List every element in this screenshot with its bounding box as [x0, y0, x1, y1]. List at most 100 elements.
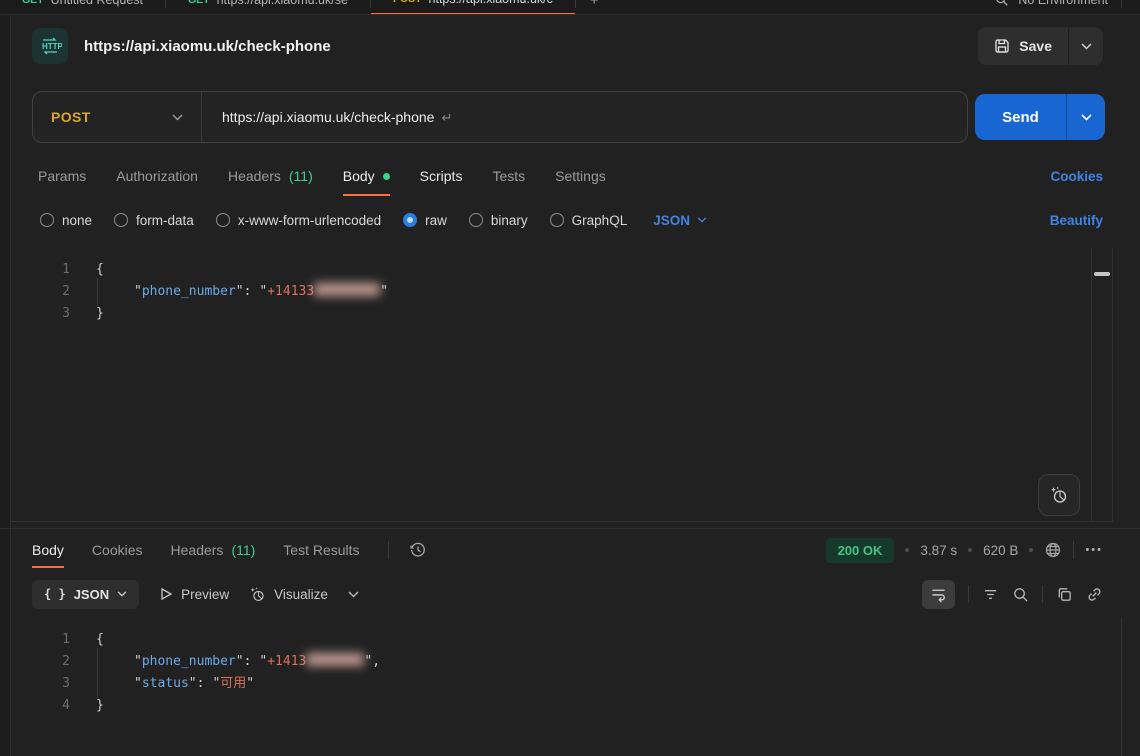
http-request-icon: HTTP	[32, 28, 68, 64]
headers-count: (11)	[289, 168, 313, 184]
brace-token: {	[96, 262, 104, 277]
redacted-phone-digits	[314, 283, 380, 296]
environment-selector[interactable]: No Environment	[1018, 0, 1108, 7]
wrap-text-icon	[930, 586, 947, 603]
new-tab-button[interactable]: +	[576, 0, 613, 9]
pane-divider[interactable]	[0, 528, 1140, 529]
tab-tests[interactable]: Tests	[492, 156, 525, 196]
line-number: 4	[10, 695, 70, 717]
response-tab-test-results[interactable]: Test Results	[283, 532, 359, 568]
raw-format-dropdown[interactable]: JSON	[653, 213, 707, 228]
cookies-link[interactable]: Cookies	[1050, 169, 1103, 184]
preview-button[interactable]: Preview	[159, 587, 229, 602]
save-split-button: Save	[978, 27, 1103, 65]
brace-token: {	[96, 632, 104, 647]
response-tab-body[interactable]: Body	[32, 532, 64, 568]
postbot-icon	[1049, 485, 1069, 505]
status-badge[interactable]: 200 OK	[826, 538, 895, 563]
tab-authorization[interactable]: Authorization	[116, 156, 198, 196]
radio-circle	[114, 213, 128, 227]
response-size[interactable]: 620 B	[983, 543, 1018, 558]
url-input[interactable]: https://api.xiaomu.uk/check-phone↵	[202, 109, 452, 126]
radio-label: x-www-form-urlencoded	[238, 213, 381, 228]
response-history-icon[interactable]	[409, 541, 427, 559]
postman-app-window: GET Untitled Request GET https://api.xia…	[0, 0, 1140, 756]
radio-form-data[interactable]: form-data	[114, 213, 194, 228]
send-button[interactable]: Send	[975, 94, 1066, 140]
editor-scrollbar-track[interactable]	[1091, 248, 1113, 521]
chevron-down-icon	[697, 217, 707, 223]
response-format-dropdown[interactable]: { } JSON	[32, 580, 139, 609]
topbar-divider	[1121, 0, 1122, 8]
save-options-button[interactable]	[1068, 27, 1103, 65]
search-icon[interactable]	[995, 0, 1009, 7]
response-header: Body Cookies Headers (11) Test Results 2…	[32, 532, 1103, 568]
visualize-label: Visualize	[274, 587, 328, 602]
network-globe-icon[interactable]	[1044, 541, 1062, 559]
link-icon	[1086, 586, 1103, 603]
tab-label: Untitled Request	[51, 0, 143, 7]
request-tab-get-url[interactable]: GET https://api.xiaomu.uk/se	[166, 0, 370, 14]
radio-binary[interactable]: binary	[469, 213, 528, 228]
url-value: https://api.xiaomu.uk/check-phone	[222, 109, 434, 125]
tab-label: https://api.xiaomu.uk/c	[429, 0, 553, 6]
body-content-dot	[383, 173, 390, 180]
preview-label: Preview	[181, 587, 229, 602]
radio-raw[interactable]: raw	[403, 213, 447, 228]
editor-scrollbar-thumb[interactable]	[1094, 272, 1110, 276]
tab-settings[interactable]: Settings	[555, 156, 606, 196]
radio-circle	[216, 213, 230, 227]
response-scrollbar-track[interactable]	[1121, 618, 1140, 756]
radio-none[interactable]: none	[40, 213, 92, 228]
request-tab-active[interactable]: POST https://api.xiaomu.uk/c	[371, 0, 575, 15]
dot-separator	[968, 548, 972, 552]
visualize-button[interactable]: Visualize	[249, 586, 328, 603]
request-header: HTTP https://api.xiaomu.uk/check-phone S…	[10, 15, 1140, 77]
divider	[1073, 541, 1074, 559]
send-options-button[interactable]	[1066, 94, 1105, 140]
radio-label: raw	[425, 213, 447, 228]
wrap-text-button[interactable]	[922, 580, 955, 609]
response-tab-cookies[interactable]: Cookies	[92, 532, 143, 568]
line-number: 1	[10, 629, 70, 651]
brace-token: }	[96, 306, 104, 321]
dot-separator	[1029, 548, 1033, 552]
tab-headers[interactable]: Headers (11)	[228, 156, 313, 196]
search-in-response-button[interactable]	[1012, 586, 1029, 603]
json-key-phone-number: phone_number	[142, 284, 236, 299]
tab-headers-label: Headers	[228, 168, 281, 184]
search-icon	[1012, 586, 1029, 603]
method-badge: GET	[188, 0, 210, 6]
radio-graphql[interactable]: GraphQL	[550, 213, 628, 228]
tab-scripts[interactable]: Scripts	[420, 156, 463, 196]
copy-link-button[interactable]	[1086, 586, 1103, 603]
radio-label: form-data	[136, 213, 194, 228]
copy-icon	[1056, 586, 1073, 603]
radio-urlencoded[interactable]: x-www-form-urlencoded	[216, 213, 381, 228]
response-time[interactable]: 3.87 s	[920, 543, 957, 558]
request-tab-untitled[interactable]: GET Untitled Request	[0, 0, 165, 14]
radio-label: none	[62, 213, 92, 228]
json-key-status: status	[142, 676, 189, 691]
view-options-chevron[interactable]	[348, 591, 359, 598]
response-tab-headers[interactable]: Headers (11)	[171, 532, 256, 568]
radio-circle	[40, 213, 54, 227]
request-body-editor[interactable]: 1 { 2 "phone_number":"+14133" 3 }	[10, 248, 1113, 522]
json-value-phone: +1413	[267, 654, 306, 669]
tab-params[interactable]: Params	[38, 156, 86, 196]
save-button[interactable]: Save	[978, 27, 1068, 65]
filter-button[interactable]	[982, 586, 999, 603]
line-number: 3	[10, 303, 70, 325]
method-dropdown[interactable]: POST	[33, 109, 201, 125]
tab-body[interactable]: Body	[343, 156, 390, 196]
response-body-viewer[interactable]: 1 { 2 "phone_number":"+1413", 3 "status"…	[10, 618, 1140, 756]
postbot-button[interactable]	[1038, 474, 1080, 516]
beautify-link[interactable]: Beautify	[1050, 213, 1103, 228]
code-line: 1 {	[10, 259, 1113, 281]
more-options-button[interactable]: •••	[1085, 544, 1103, 556]
url-input-container: POST https://api.xiaomu.uk/check-phone↵	[32, 91, 968, 143]
code-line: 1 {	[10, 629, 1140, 651]
copy-response-button[interactable]	[1056, 586, 1073, 603]
body-type-selector: none form-data x-www-form-urlencoded raw…	[40, 203, 1103, 237]
line-number: 2	[10, 281, 70, 303]
